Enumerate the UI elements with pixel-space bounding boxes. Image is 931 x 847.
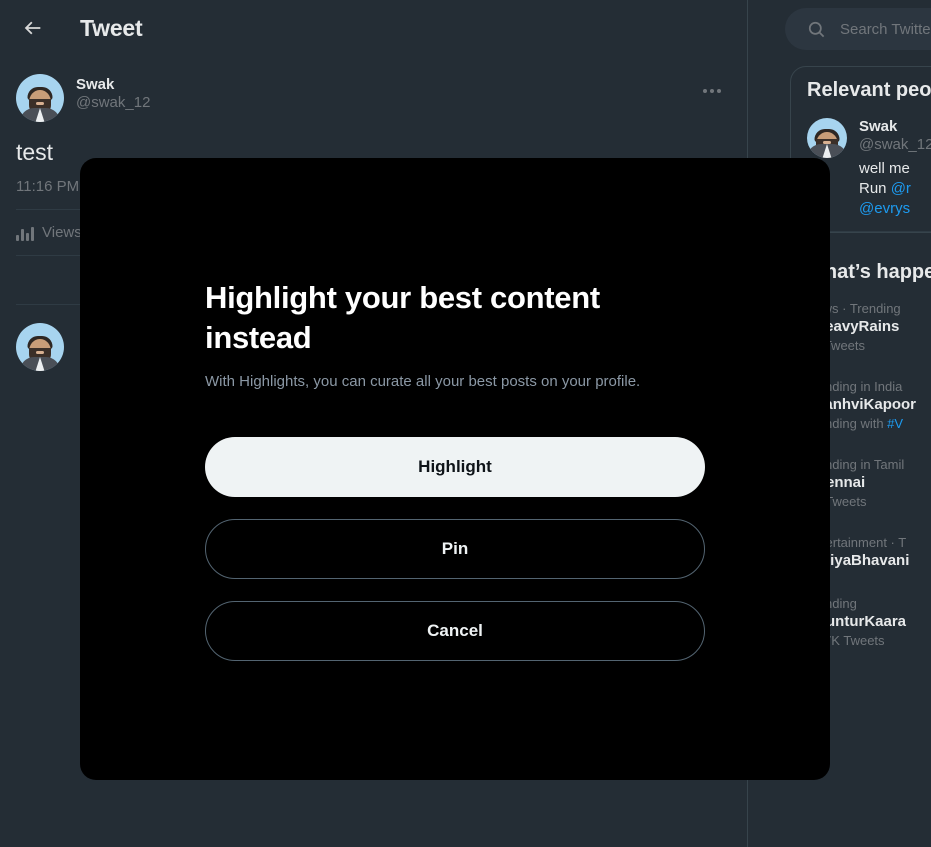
highlight-button[interactable]: Highlight: [205, 436, 705, 497]
cancel-button[interactable]: Cancel: [205, 600, 705, 661]
pin-button[interactable]: Pin: [205, 518, 705, 579]
modal-title: Highlight your best content instead: [205, 279, 600, 355]
modal-subtitle: With Highlights, you can curate all your…: [205, 372, 641, 390]
modal-button-group: Highlight Pin Cancel: [205, 436, 705, 661]
app-root: Tweet Swak @swak_12 test 11:16 PM Views …: [0, 0, 931, 847]
highlight-modal: Highlight your best content instead With…: [80, 158, 830, 780]
